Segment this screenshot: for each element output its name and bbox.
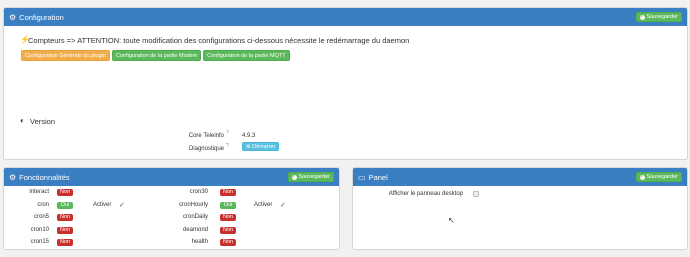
- check-icon[interactable]: ✓: [280, 201, 286, 209]
- status-badge: Non: [57, 189, 73, 196]
- version-icon: ◐: [20, 116, 25, 125]
- status-badge: Oui: [57, 201, 73, 209]
- panel-icon: ▭: [358, 172, 366, 182]
- feature-name: cronDaily: [182, 214, 208, 220]
- feature-name: cron: [37, 201, 49, 208]
- check-icon: ✓: [639, 13, 645, 20]
- panel-panel: ▭ Panel ✓ Sauvegarder Afficher le panneau…: [352, 167, 688, 250]
- feature-name: deamond: [182, 226, 208, 233]
- save-button[interactable]: ✓ Sauvegarder: [635, 172, 682, 182]
- activate-label: Activer: [93, 201, 112, 208]
- cursor-icon: ↖: [448, 216, 455, 225]
- status-badge: Non: [57, 214, 73, 221]
- configuration-title: Configuration: [19, 12, 64, 22]
- fonctionnalites-panel: ⚙ Fonctionnalités ✓ Sauvegarder interact N…: [3, 167, 340, 250]
- configuration-panel: ⚙ Configuration ✓ Sauvegarder ⚡ Compteurs…: [3, 7, 688, 160]
- feature-name: cron30: [189, 189, 208, 195]
- activate-label: Activer: [254, 201, 273, 208]
- check-icon: ✓: [639, 173, 645, 180]
- modem-config-button[interactable]: Configuration de la partie Modem: [112, 50, 202, 61]
- version-title: Version: [30, 117, 56, 126]
- feature-name: cron10: [30, 226, 49, 233]
- check-icon: ✓: [291, 173, 297, 180]
- core-label: Core Teleinfo: [188, 133, 224, 139]
- cog-icon: ⚙: [9, 172, 17, 182]
- desktop-checkbox[interactable]: [473, 191, 479, 197]
- feature-name: cron15: [30, 239, 49, 245]
- feature-name: health: [191, 239, 208, 245]
- feature-name: cron5: [33, 214, 49, 220]
- fonctionnalites-title: Fonctionnalités: [19, 172, 70, 182]
- gears-icon: ⚙: [9, 12, 17, 22]
- save-button[interactable]: ✓ Sauvegarder: [635, 12, 682, 22]
- diag-label: Diagnostique: [188, 146, 224, 152]
- help-icon: ?: [226, 143, 229, 149]
- start-button[interactable]: ⊗ Démarrer: [242, 142, 280, 151]
- desktop-label: Afficher le panneau desktop: [388, 191, 463, 197]
- mqtt-config-button[interactable]: Configuration de la partie MQTT: [203, 50, 290, 61]
- status-badge: Oui: [220, 201, 236, 209]
- status-badge: Non: [220, 214, 236, 221]
- core-value: 4.9.3: [242, 133, 256, 139]
- panel-title: Panel: [368, 172, 388, 182]
- status-badge: Non: [220, 189, 236, 196]
- status-badge: Non: [57, 226, 73, 234]
- status-badge: Non: [220, 239, 236, 246]
- configuration-header: ⚙ Configuration ✓ Sauvegarder: [4, 8, 687, 26]
- attention-text: Compteurs => ATTENTION: toute modificati…: [28, 36, 410, 45]
- feature-name: cronHourly: [178, 201, 208, 208]
- save-button[interactable]: ✓ Sauvegarder: [287, 172, 334, 182]
- general-config-button[interactable]: Configuration Générale du plugin: [21, 50, 110, 61]
- feature-name: interact: [29, 189, 49, 195]
- fonctionnalites-header: ⚙ Fonctionnalités ✓ Sauvegarder: [4, 168, 339, 186]
- help-icon: ?: [226, 130, 229, 136]
- panel-header: ▭ Panel ✓ Sauvegarder: [353, 168, 687, 186]
- status-badge: Non: [57, 239, 73, 246]
- status-badge: Non: [220, 226, 236, 234]
- check-icon[interactable]: ✓: [119, 201, 125, 209]
